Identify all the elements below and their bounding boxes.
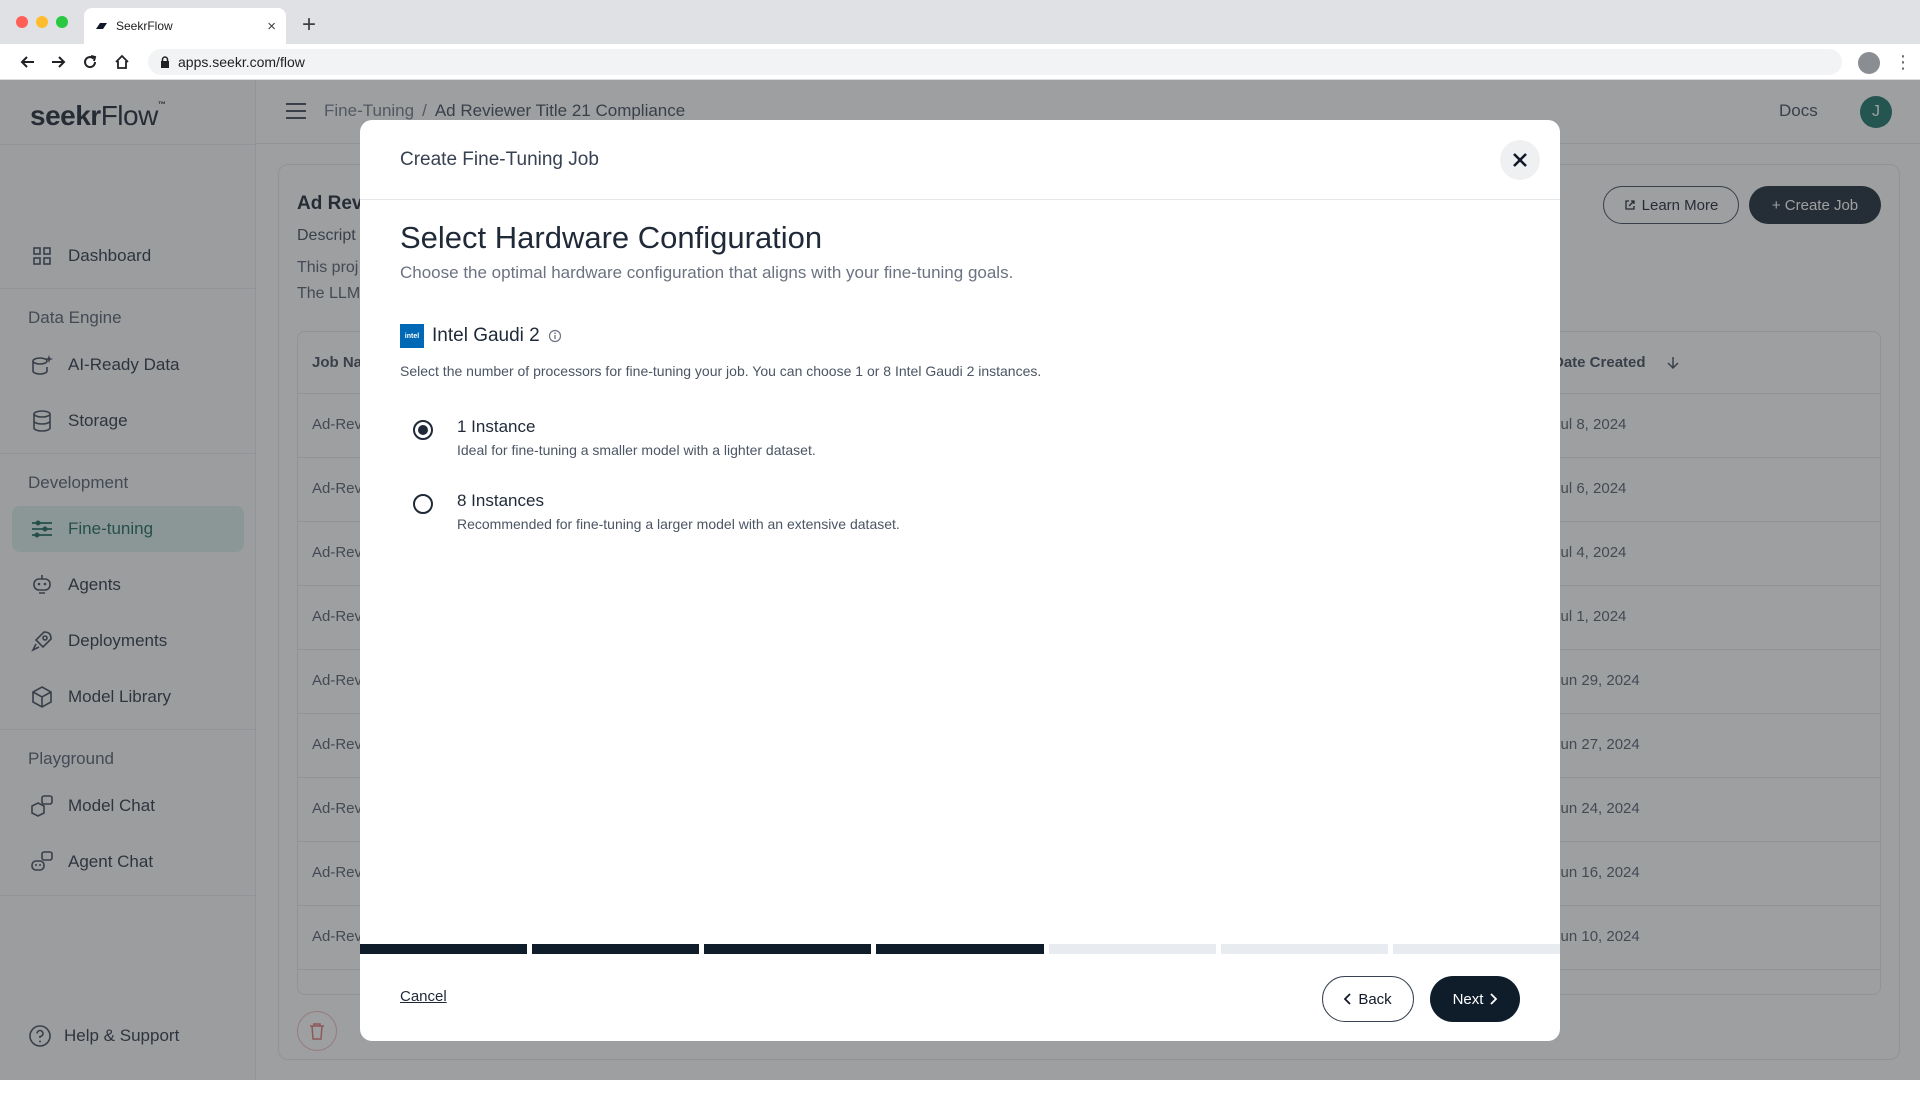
tab-title: SeekrFlow <box>116 19 173 33</box>
next-button[interactable]: Next <box>1430 976 1520 1022</box>
browser-tab[interactable]: SeekrFlow × <box>84 8 286 44</box>
chevron-right-icon <box>1490 993 1498 1005</box>
page-bottom-area <box>0 1080 1920 1115</box>
radio-selected[interactable] <box>413 420 433 440</box>
back-button[interactable]: Back <box>1322 976 1414 1022</box>
browser-tab-strip: SeekrFlow × + <box>0 0 1920 44</box>
instance-option-1[interactable]: 1 Instance Ideal for fine-tuning a small… <box>413 417 816 458</box>
radio-dot <box>418 425 428 435</box>
browser-menu-icon[interactable]: ⋮ <box>1894 51 1912 73</box>
option-description: Ideal for fine-tuning a smaller model wi… <box>457 442 816 458</box>
hardware-name: Intel Gaudi 2 <box>432 325 540 346</box>
progress-step-complete <box>704 944 872 954</box>
lock-icon <box>161 56 169 68</box>
forward-arrow-icon[interactable] <box>46 50 70 74</box>
hardware-header: intel Intel Gaudi 2 <box>400 324 562 348</box>
reload-icon[interactable] <box>78 50 102 74</box>
progress-step-pending <box>1048 944 1216 954</box>
step-progress-bar <box>360 944 1560 954</box>
close-icon <box>1513 153 1527 167</box>
back-label: Back <box>1358 990 1392 1008</box>
progress-step-complete <box>532 944 700 954</box>
browser-toolbar: apps.seekr.com/flow ⋮ <box>0 44 1920 80</box>
close-window-button[interactable] <box>16 16 28 28</box>
progress-step-complete <box>360 944 528 954</box>
option-label: 8 Instances <box>457 491 544 510</box>
url-text: apps.seekr.com/flow <box>178 54 305 70</box>
instance-option-8[interactable]: 8 Instances Recommended for fine-tuning … <box>413 491 900 532</box>
back-arrow-icon[interactable] <box>16 50 40 74</box>
option-label: 1 Instance <box>457 417 536 436</box>
tab-close-icon[interactable]: × <box>267 18 276 35</box>
home-icon[interactable] <box>110 50 134 74</box>
progress-step-pending <box>1392 944 1560 954</box>
profile-icon[interactable] <box>1858 52 1880 74</box>
step-heading: Select Hardware Configuration <box>400 220 823 255</box>
info-icon[interactable] <box>548 329 562 343</box>
step-subheading: Choose the optimal hardware configuratio… <box>400 263 1014 282</box>
modal-title: Create Fine-Tuning Job <box>400 149 599 170</box>
chevron-left-icon <box>1344 993 1351 1005</box>
modal-header: Create Fine-Tuning Job <box>360 120 1560 200</box>
maximize-window-button[interactable] <box>56 16 68 28</box>
progress-step-complete <box>876 944 1044 954</box>
create-fine-tuning-job-modal: Create Fine-Tuning Job Select Hardware C… <box>360 120 1560 1041</box>
option-description: Recommended for fine-tuning a larger mod… <box>457 516 900 532</box>
address-bar[interactable]: apps.seekr.com/flow <box>148 49 1842 75</box>
seekr-tab-icon <box>96 23 107 29</box>
modal-footer: Cancel Back Next <box>360 954 1560 1041</box>
cancel-button[interactable]: Cancel <box>400 988 447 1005</box>
hardware-description: Select the number of processors for fine… <box>400 363 1042 379</box>
progress-step-pending <box>1220 944 1388 954</box>
new-tab-button[interactable]: + <box>302 10 316 40</box>
close-modal-button[interactable] <box>1500 140 1540 180</box>
intel-logo: intel <box>400 324 424 348</box>
next-label: Next <box>1452 990 1484 1008</box>
radio-unselected[interactable] <box>413 494 433 514</box>
minimize-window-button[interactable] <box>36 16 48 28</box>
